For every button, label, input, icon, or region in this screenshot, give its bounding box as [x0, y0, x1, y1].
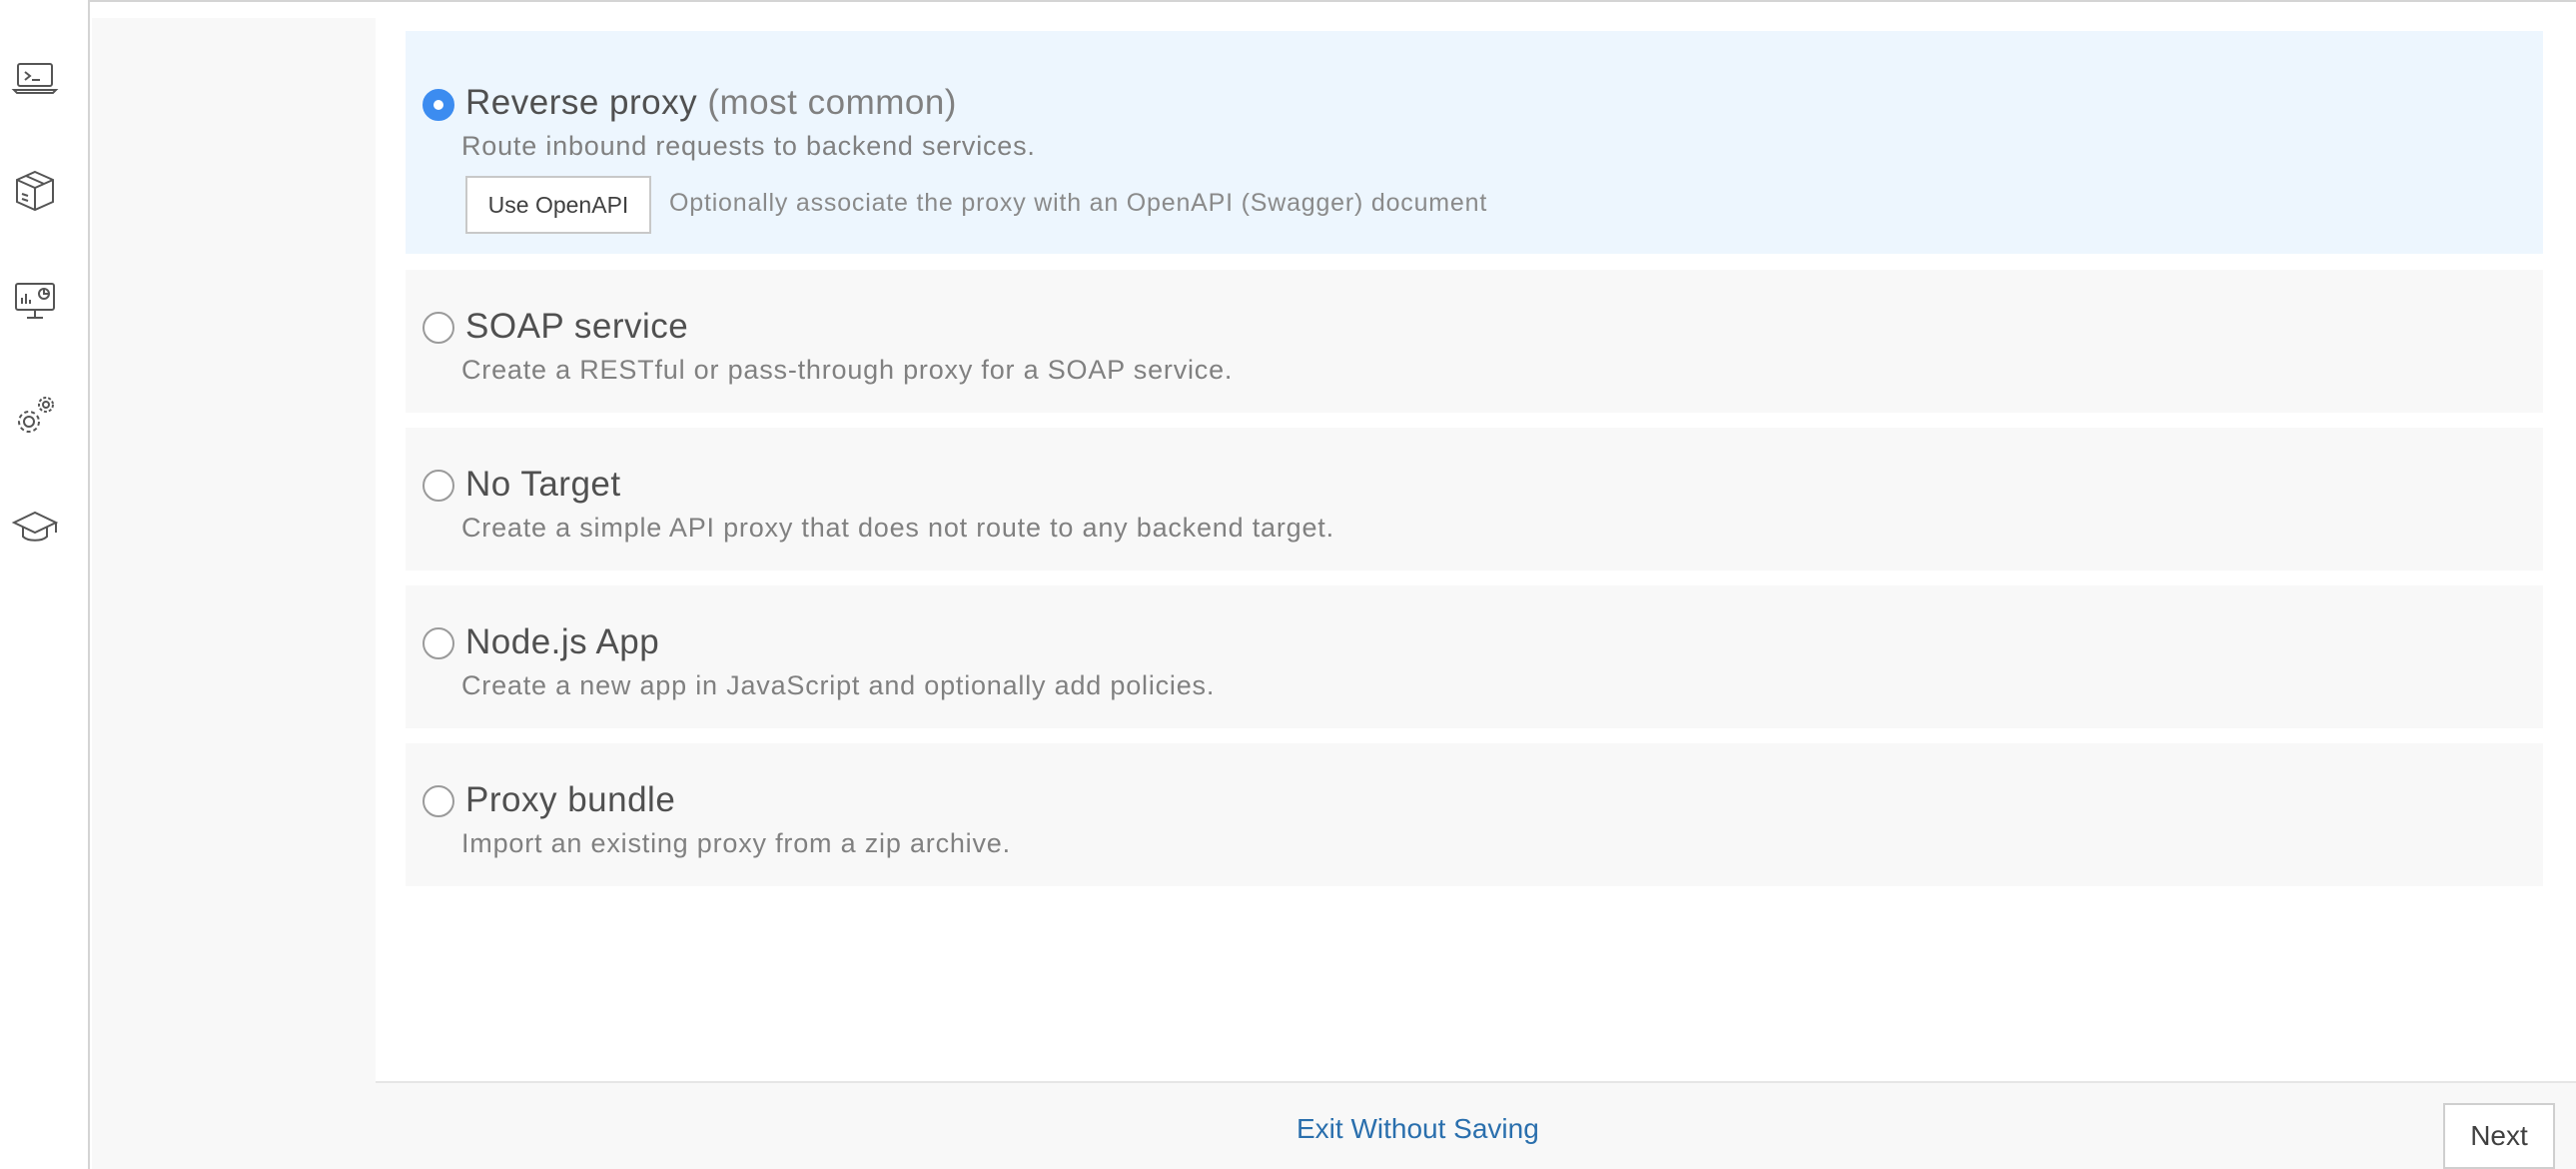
radio-soap-service[interactable] [423, 312, 454, 344]
wizard-side-panel [92, 18, 376, 1169]
next-button[interactable]: Next [2443, 1103, 2555, 1169]
option-no-target[interactable]: No Target Create a simple API proxy that… [406, 428, 2543, 571]
option-description: Import an existing proxy from a zip arch… [461, 828, 1011, 858]
exit-without-saving-link[interactable]: Exit Without Saving [1296, 1113, 1539, 1145]
radio-proxy-bundle[interactable] [423, 785, 454, 817]
radio-reverse-proxy[interactable] [423, 89, 454, 121]
option-title: Node.js App [465, 622, 660, 661]
monitor-analytics-icon[interactable] [10, 276, 60, 326]
graduation-cap-icon[interactable] [10, 503, 60, 553]
top-border [90, 0, 2576, 16]
option-title-text: Reverse proxy [465, 83, 698, 122]
option-nodejs-app[interactable]: Node.js App Create a new app in JavaScri… [406, 585, 2543, 728]
option-soap-service[interactable]: SOAP service Create a RESTful or pass-th… [406, 270, 2543, 413]
option-description: Create a RESTful or pass-through proxy f… [461, 355, 1234, 385]
option-title-suffix: (most common) [707, 83, 957, 122]
option-description: Route inbound requests to backend servic… [461, 131, 1036, 161]
proxy-type-options: Reverse proxy (most common) Route inboun… [376, 18, 2576, 1081]
wizard-footer: Exit Without Saving Next [376, 1081, 2576, 1169]
gears-icon[interactable] [10, 392, 60, 442]
option-title: SOAP service [465, 307, 689, 346]
package-box-icon[interactable] [10, 166, 60, 216]
option-reverse-proxy[interactable]: Reverse proxy (most common) Route inboun… [406, 31, 2543, 254]
terminal-laptop-icon[interactable] [10, 52, 60, 102]
radio-nodejs-app[interactable] [423, 627, 454, 659]
option-description: Create a new app in JavaScript and optio… [461, 670, 1216, 700]
openapi-hint-text: Optionally associate the proxy with an O… [669, 189, 1488, 217]
option-title: Reverse proxy (most common) [465, 83, 957, 123]
option-title: Proxy bundle [465, 780, 676, 819]
use-openapi-button[interactable]: Use OpenAPI [465, 176, 651, 234]
icon-rail [0, 0, 90, 1169]
option-proxy-bundle[interactable]: Proxy bundle Import an existing proxy fr… [406, 743, 2543, 886]
radio-no-target[interactable] [423, 470, 454, 502]
option-title: No Target [465, 465, 621, 504]
option-description: Create a simple API proxy that does not … [461, 513, 1334, 543]
